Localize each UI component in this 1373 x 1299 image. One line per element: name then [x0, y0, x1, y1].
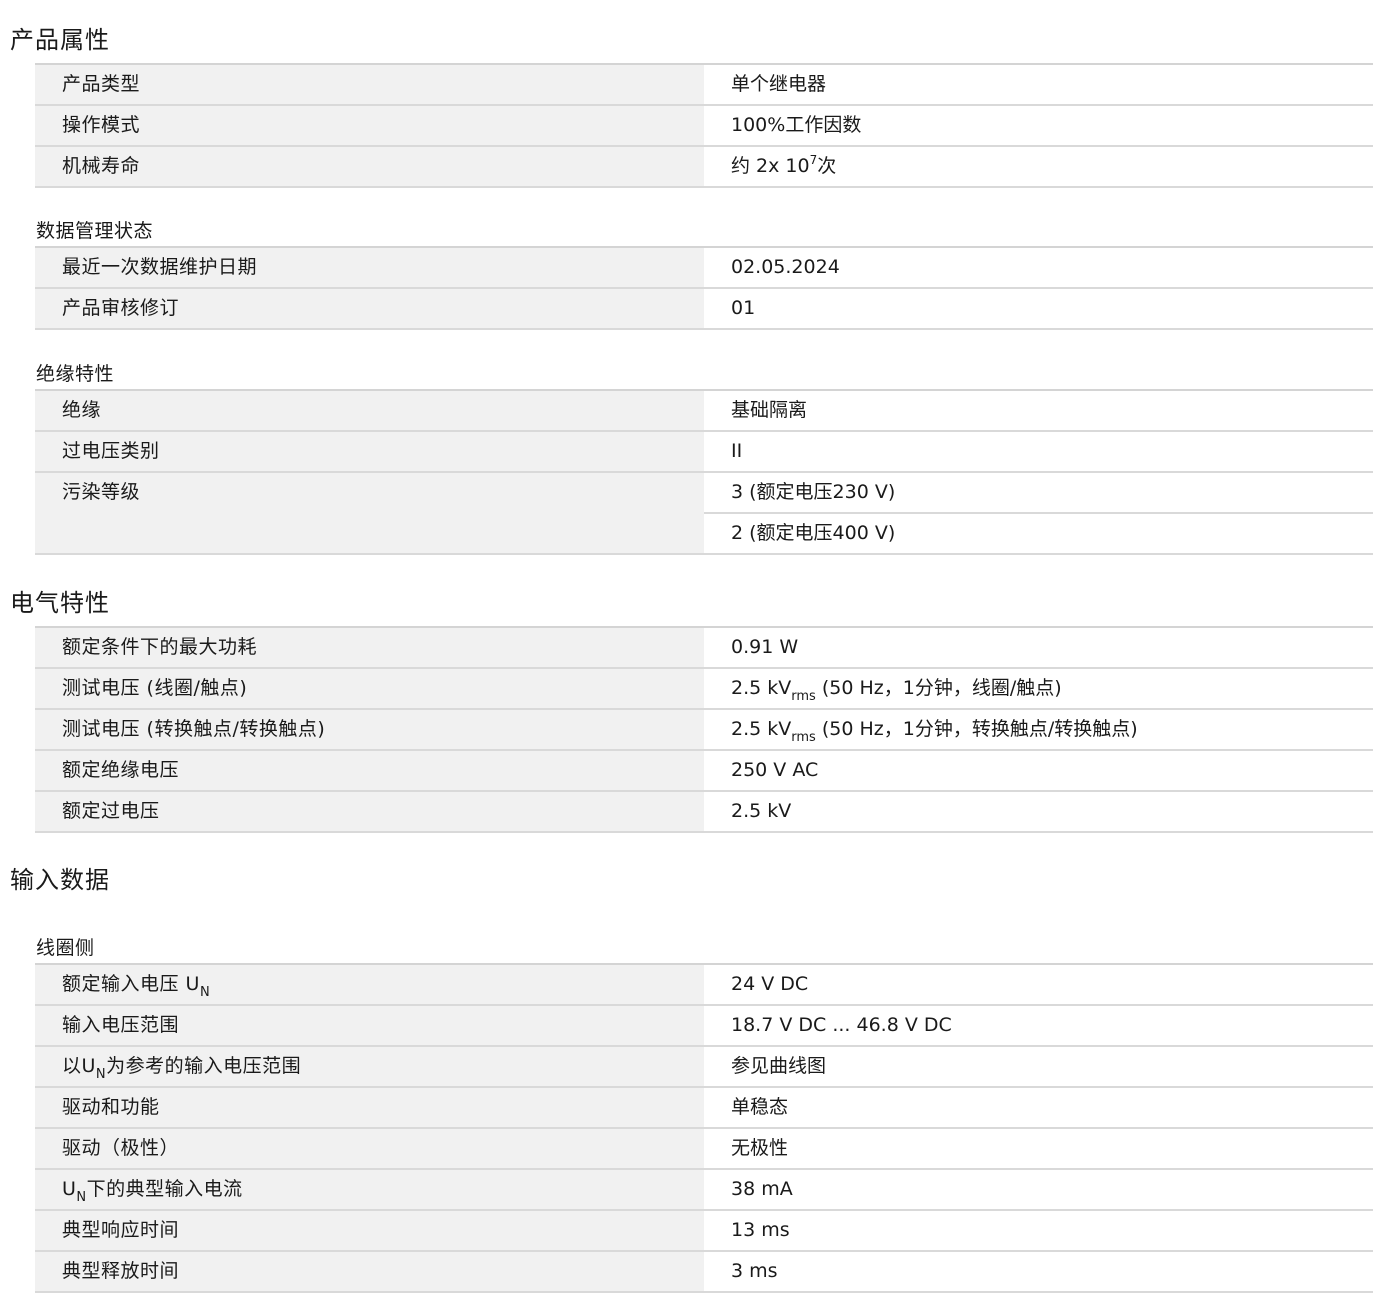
row-label: 产品类型 [35, 65, 704, 104]
section-title-product: 产品属性 [10, 26, 110, 54]
table-row: 输入电压范围 18.7 V DC ... 46.8 V DC [35, 1006, 1373, 1047]
value-text: 2.5 kV [731, 718, 792, 740]
table-row: 过电压类别 II [35, 432, 1373, 473]
value-subscript: rms [791, 730, 816, 745]
table-row: 驱动和功能 单稳态 [35, 1088, 1373, 1129]
row-value: 3 (额定电压230 V) [704, 473, 1373, 512]
label-text: 以U [62, 1055, 96, 1077]
table-row: 典型释放时间 3 ms [35, 1252, 1373, 1293]
row-value: 250 V AC [704, 751, 1373, 790]
table-data-mgmt: 最近一次数据维护日期 02.05.2024 产品审核修订 01 [35, 246, 1373, 330]
row-value: 2.5 kVrms (50 Hz，1分钟，转换触点/转换触点) [704, 710, 1373, 749]
table-row: 典型响应时间 13 ms [35, 1211, 1373, 1252]
table-row: 产品类型 单个继电器 [35, 65, 1373, 106]
table-row: 额定绝缘电压 250 V AC [35, 751, 1373, 792]
row-value: 2.5 kV [704, 792, 1373, 831]
row-label: 最近一次数据维护日期 [35, 248, 704, 287]
row-value: 100%工作因数 [704, 106, 1373, 145]
row-label: 额定绝缘电压 [35, 751, 704, 790]
table-row: 额定输入电压 UN 24 V DC [35, 965, 1373, 1006]
table-row: 污染等级 3 (额定电压230 V) [35, 473, 1373, 514]
table-row: 以UN为参考的输入电压范围 参见曲线图 [35, 1047, 1373, 1088]
row-value: 18.7 V DC ... 46.8 V DC [704, 1006, 1373, 1045]
table-coil: 额定输入电压 UN 24 V DC 输入电压范围 18.7 V DC ... 4… [35, 963, 1373, 1293]
row-label: 绝缘 [35, 391, 704, 430]
row-label: 输入电压范围 [35, 1006, 704, 1045]
subsection-title-coil: 线圈侧 [36, 937, 95, 959]
value-text: (50 Hz，1分钟，线圈/触点) [815, 677, 1062, 699]
section-title-input: 输入数据 [10, 866, 110, 894]
value-text: 次 [817, 155, 837, 177]
label-text: 为参考的输入电压范围 [106, 1055, 302, 1077]
table-row: 额定条件下的最大功耗 0.91 W [35, 628, 1373, 669]
subsection-title-data-mgmt: 数据管理状态 [36, 220, 154, 242]
table-row: 操作模式 100%工作因数 [35, 106, 1373, 147]
row-value: 2 (额定电压400 V) [704, 514, 1373, 553]
row-label: 产品审核修订 [35, 289, 704, 328]
table-product: 产品类型 单个继电器 操作模式 100%工作因数 机械寿命 约 2x 107次 [35, 63, 1373, 188]
row-label: 额定过电压 [35, 792, 704, 831]
row-label: 以UN为参考的输入电压范围 [35, 1047, 704, 1086]
row-value: 0.91 W [704, 628, 1373, 667]
row-value: 单个继电器 [704, 65, 1373, 104]
row-label [35, 514, 704, 553]
row-label: 机械寿命 [35, 147, 704, 186]
table-row: 额定过电压 2.5 kV [35, 792, 1373, 833]
row-label: 污染等级 [35, 473, 704, 514]
label-subscript: N [76, 1190, 87, 1205]
table-row: 2 (额定电压400 V) [35, 514, 1373, 555]
label-text: 额定输入电压 U [62, 973, 200, 995]
table-electrical: 额定条件下的最大功耗 0.91 W 测试电压 (线圈/触点) 2.5 kVrms… [35, 626, 1373, 833]
row-label: 典型释放时间 [35, 1252, 704, 1291]
row-value: 13 ms [704, 1211, 1373, 1250]
table-row: 最近一次数据维护日期 02.05.2024 [35, 248, 1373, 289]
subsection-title-insulation: 绝缘特性 [36, 363, 115, 385]
row-label: 额定条件下的最大功耗 [35, 628, 704, 667]
row-value: 单稳态 [704, 1088, 1373, 1127]
row-value: 约 2x 107次 [704, 147, 1373, 186]
table-row: 测试电压 (线圈/触点) 2.5 kVrms (50 Hz，1分钟，线圈/触点) [35, 669, 1373, 710]
value-text: 约 2x 10 [731, 155, 810, 177]
row-label: 额定输入电压 UN [35, 965, 704, 1004]
value-subscript: rms [791, 689, 816, 704]
row-value: 无极性 [704, 1129, 1373, 1168]
label-subscript: N [199, 985, 211, 1000]
label-subscript: N [95, 1067, 107, 1082]
row-label: 测试电压 (转换触点/转换触点) [35, 710, 704, 749]
row-value: 24 V DC [704, 965, 1373, 1004]
label-text: U [62, 1178, 77, 1200]
row-value: 参见曲线图 [704, 1047, 1373, 1086]
value-text: (50 Hz，1分钟，转换触点/转换触点) [815, 718, 1138, 740]
table-row: 机械寿命 约 2x 107次 [35, 147, 1373, 188]
row-value: 01 [704, 289, 1373, 328]
row-label: 典型响应时间 [35, 1211, 704, 1250]
table-row: 产品审核修订 01 [35, 289, 1373, 330]
table-row: UN下的典型输入电流 38 mA [35, 1170, 1373, 1211]
row-value: 02.05.2024 [704, 248, 1373, 287]
row-value: II [704, 432, 1373, 471]
value-text: 2.5 kV [731, 677, 792, 699]
row-label: 驱动和功能 [35, 1088, 704, 1127]
table-insulation: 绝缘 基础隔离 过电压类别 II 污染等级 3 (额定电压230 V) 2 (额… [35, 389, 1373, 555]
row-label: UN下的典型输入电流 [35, 1170, 704, 1209]
row-label: 驱动（极性） [35, 1129, 704, 1168]
section-title-electrical: 电气特性 [10, 589, 110, 617]
table-row: 绝缘 基础隔离 [35, 391, 1373, 432]
row-value: 基础隔离 [704, 391, 1373, 430]
row-value: 38 mA [704, 1170, 1373, 1209]
table-row: 测试电压 (转换触点/转换触点) 2.5 kVrms (50 Hz，1分钟，转换… [35, 710, 1373, 751]
row-value: 3 ms [704, 1252, 1373, 1291]
row-label: 操作模式 [35, 106, 704, 145]
label-text: 下的典型输入电流 [86, 1178, 243, 1200]
table-row: 驱动（极性） 无极性 [35, 1129, 1373, 1170]
row-label: 测试电压 (线圈/触点) [35, 669, 704, 708]
row-value: 2.5 kVrms (50 Hz，1分钟，线圈/触点) [704, 669, 1373, 708]
row-label: 过电压类别 [35, 432, 704, 471]
